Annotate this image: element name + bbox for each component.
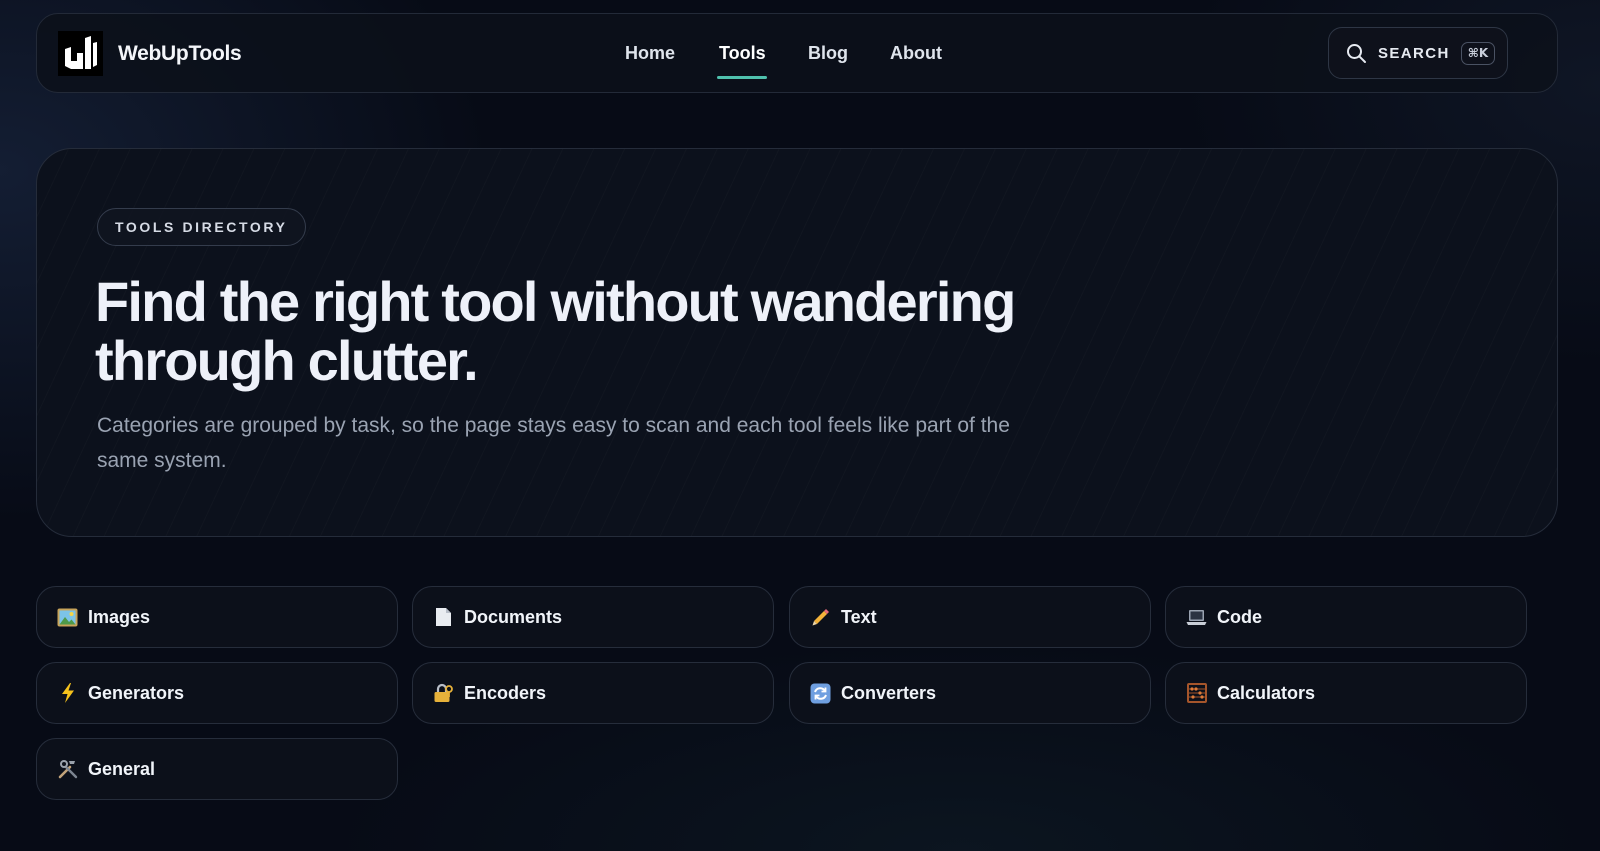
search-button[interactable]: SEARCH ⌘K: [1328, 27, 1508, 79]
abacus-icon: [1186, 683, 1207, 704]
lightning-icon: [57, 683, 78, 704]
category-label: Calculators: [1217, 682, 1316, 703]
category-label: Converters: [841, 682, 937, 703]
lock-icon: [433, 683, 454, 704]
section-badge: TOOLS DIRECTORY: [97, 208, 306, 246]
tools-icon: [57, 759, 78, 780]
search-shortcut-badge: ⌘K: [1460, 41, 1496, 65]
search-label: SEARCH: [1378, 44, 1450, 62]
nav-blog[interactable]: Blog: [808, 43, 848, 64]
category-card-calculators[interactable]: Calculators: [1165, 662, 1527, 724]
page-title: Find the right tool without wandering th…: [95, 270, 1016, 392]
category-card-converters[interactable]: Converters: [789, 662, 1151, 724]
page-description: Categories are grouped by task, so the p…: [97, 414, 1010, 472]
top-navbar: WebUpTools Home Tools Blog About SEARCH …: [36, 13, 1558, 93]
category-card-general[interactable]: General: [36, 738, 398, 800]
category-card-documents[interactable]: Documents: [412, 586, 774, 648]
nav-about[interactable]: About: [890, 43, 942, 64]
category-label: Images: [88, 606, 151, 627]
category-card-encoders[interactable]: Encoders: [412, 662, 774, 724]
refresh-icon: [810, 683, 831, 704]
nav-tools[interactable]: Tools: [719, 43, 766, 64]
brand-link[interactable]: WebUpTools: [58, 31, 242, 76]
brand-logo-icon: [58, 31, 103, 76]
brand-name: WebUpTools: [118, 41, 242, 65]
pencil-icon: [810, 607, 831, 628]
category-card-images[interactable]: Images: [36, 586, 398, 648]
category-label: General: [88, 758, 156, 779]
category-label: Generators: [88, 682, 185, 703]
nav-home[interactable]: Home: [625, 43, 675, 64]
category-card-generators[interactable]: Generators: [36, 662, 398, 724]
category-label: Text: [841, 606, 877, 627]
hero-section: TOOLS DIRECTORY Find the right tool with…: [36, 148, 1558, 537]
category-card-text[interactable]: Text: [789, 586, 1151, 648]
category-label: Documents: [464, 606, 563, 627]
document-icon: [433, 607, 454, 628]
category-label: Code: [1217, 606, 1262, 627]
active-nav-indicator: [717, 76, 767, 79]
image-icon: [57, 607, 78, 628]
search-icon: [1346, 43, 1367, 64]
category-label: Encoders: [464, 682, 547, 703]
laptop-icon: [1186, 607, 1207, 628]
category-card-code[interactable]: Code: [1165, 586, 1527, 648]
